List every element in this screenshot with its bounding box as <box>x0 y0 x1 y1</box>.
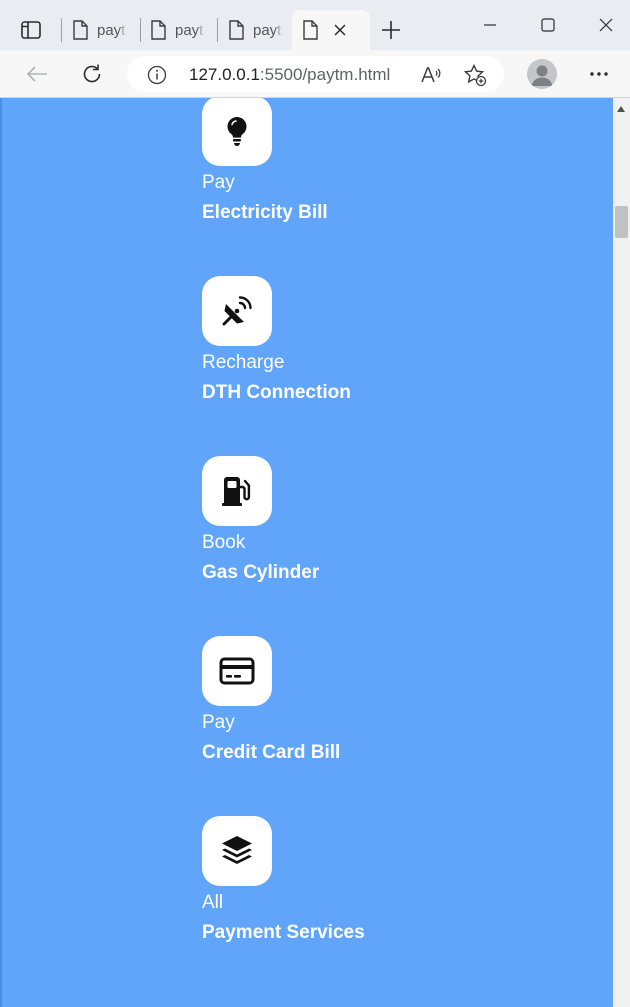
page-content: Pay Electricity Bill Recharge DTH Connec… <box>0 98 613 1007</box>
service-title: Payment Services <box>202 922 365 943</box>
service-title: Credit Card Bill <box>202 742 341 763</box>
tab-title: paytm.html <box>175 21 205 39</box>
service-action: All <box>202 892 224 913</box>
page-icon <box>151 20 166 40</box>
tab-actions-icon[interactable] <box>13 15 49 45</box>
window-left-edge <box>0 98 2 1007</box>
service-action: Pay <box>202 712 235 733</box>
read-aloud-icon[interactable] <box>419 63 443 87</box>
service-action: Pay <box>202 172 235 193</box>
service-credit-card[interactable]: Pay Credit Card Bill <box>202 636 462 765</box>
service-icon-tile[interactable] <box>202 816 272 886</box>
refresh-icon[interactable] <box>76 58 108 90</box>
service-all[interactable]: All Payment Services <box>202 816 462 945</box>
tab-3[interactable]: paytm.html <box>218 10 292 50</box>
service-electricity[interactable]: Pay Electricity Bill <box>202 98 462 225</box>
tab-2[interactable]: paytm.html <box>140 10 218 50</box>
service-dth[interactable]: Recharge DTH Connection <box>202 276 462 405</box>
scroll-up-arrow-icon[interactable] <box>617 106 625 112</box>
vertical-scrollbar[interactable] <box>613 98 630 1007</box>
tab-strip: paytm.html paytm.html paytm.html <box>0 0 630 50</box>
minimize-icon[interactable] <box>476 12 504 38</box>
close-icon[interactable] <box>332 22 348 38</box>
service-icon-tile[interactable] <box>202 636 272 706</box>
favorite-add-icon[interactable] <box>463 63 487 87</box>
more-menu-icon[interactable] <box>585 62 613 86</box>
tab-active[interactable] <box>292 10 370 50</box>
tab-title: paytm.html <box>97 21 127 39</box>
address-bar[interactable]: 127.0.0.1:5500/paytm.html <box>127 56 504 92</box>
info-icon[interactable] <box>147 65 167 85</box>
service-title: Electricity Bill <box>202 202 328 223</box>
url-host: 127.0.0.1 <box>189 65 260 84</box>
service-title: DTH Connection <box>202 382 351 403</box>
satellite-dish-icon <box>222 296 252 326</box>
url-text[interactable]: 127.0.0.1:5500/paytm.html <box>189 65 390 85</box>
page-icon <box>73 20 88 40</box>
profile-avatar-icon[interactable] <box>527 59 557 89</box>
service-icon-tile[interactable] <box>202 456 272 526</box>
tab-1[interactable]: paytm.html <box>62 10 140 50</box>
tab-title: paytm.html <box>253 21 283 39</box>
layers-icon <box>222 836 252 864</box>
page-icon <box>229 20 244 40</box>
page-icon <box>303 20 318 40</box>
service-action: Book <box>202 532 246 553</box>
window-close-icon[interactable] <box>592 12 620 38</box>
service-icon-tile[interactable] <box>202 98 272 166</box>
credit-card-icon <box>219 657 255 685</box>
url-path: :5500/paytm.html <box>259 65 391 84</box>
gas-pump-icon <box>222 477 251 506</box>
bulb-icon <box>227 117 247 146</box>
service-gas[interactable]: Book Gas Cylinder <box>202 456 462 585</box>
plus-icon[interactable] <box>378 17 404 43</box>
service-action: Recharge <box>202 352 285 373</box>
service-icon-tile[interactable] <box>202 276 272 346</box>
back-arrow-icon[interactable] <box>21 58 53 90</box>
service-title: Gas Cylinder <box>202 562 320 583</box>
scrollbar-thumb[interactable] <box>615 206 628 238</box>
maximize-icon[interactable] <box>534 12 562 38</box>
